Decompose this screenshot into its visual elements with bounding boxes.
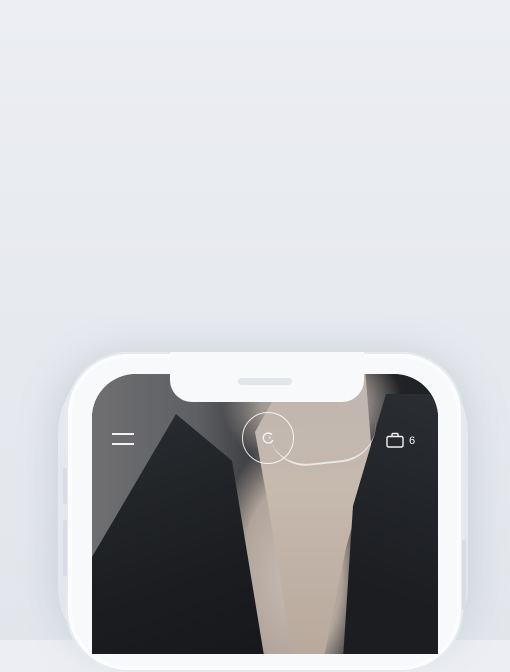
phone-speaker: [238, 378, 292, 385]
menu-button[interactable]: [112, 432, 136, 446]
shopping-bag-icon: [386, 432, 404, 448]
phone-side-button: [63, 520, 67, 576]
brand-logo-button[interactable]: [242, 412, 294, 464]
phone-side-button: [63, 468, 67, 504]
phone-notch: [170, 352, 364, 402]
phone-side-button: [462, 540, 466, 610]
cart-count-badge: 6: [409, 435, 416, 447]
circular-logo-icon: [262, 432, 274, 444]
cart-button[interactable]: 6: [386, 430, 415, 450]
